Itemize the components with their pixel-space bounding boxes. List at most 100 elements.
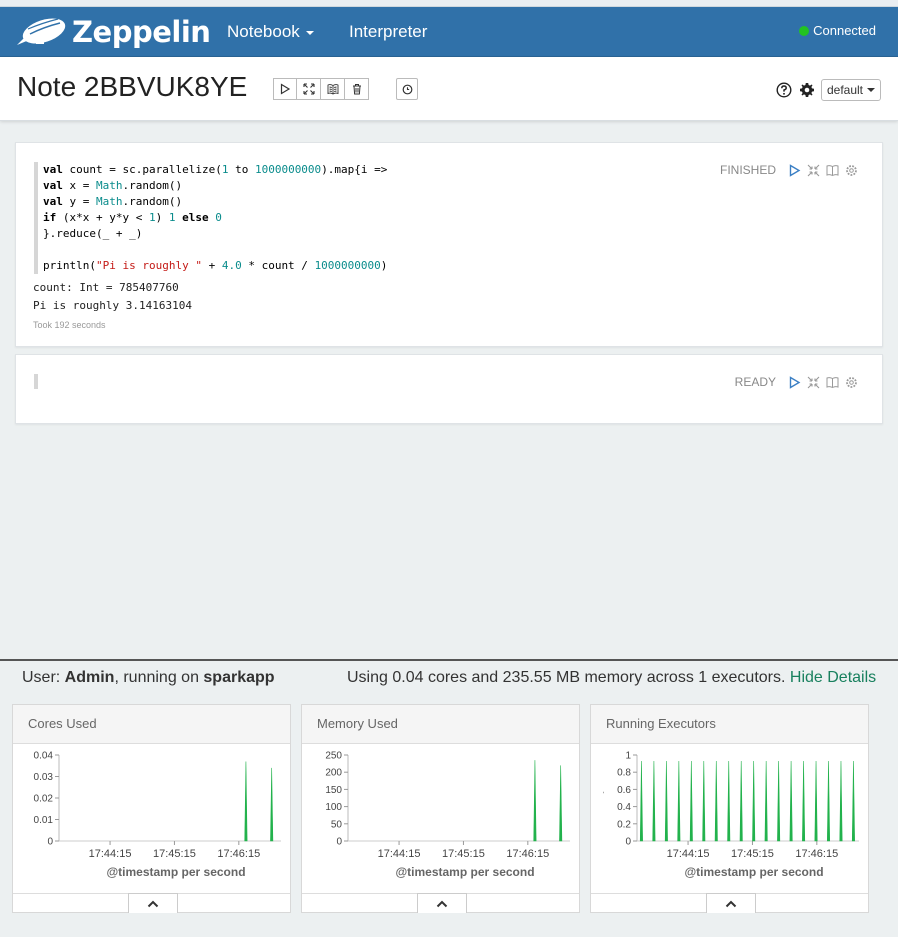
- output-line: Pi is roughly 3.14163104: [33, 299, 192, 312]
- book-icon[interactable]: [826, 376, 839, 389]
- paragraph-2[interactable]: READY: [15, 354, 883, 424]
- user-label: User:: [22, 669, 65, 686]
- y-tick-label: 0.6: [617, 785, 631, 796]
- y-tick-label: 100: [325, 802, 342, 813]
- data-spike: [639, 761, 643, 842]
- data-spike: [652, 761, 656, 842]
- data-spike: [777, 761, 781, 842]
- y-tick-label: 0: [336, 837, 342, 848]
- x-axis-label: @timestamp per second: [684, 865, 823, 879]
- memory-used-chart: 0 50 100 150 200 250 17:44:15 17:45:15 17:46:15 @…: [303, 750, 570, 879]
- notebook-menu[interactable]: Notebook: [227, 22, 314, 42]
- play-icon: [280, 83, 291, 95]
- running-on-label: , running on: [114, 669, 204, 686]
- data-spike: [827, 761, 831, 842]
- connected-dot-icon: [799, 25, 810, 36]
- data-spike: [244, 761, 248, 842]
- note-title[interactable]: Note 2BBVUK8YE: [17, 71, 247, 103]
- usage-text: Using 0.04 cores and 235.55 MB memory ac…: [347, 669, 786, 686]
- collapse-panel-button[interactable]: [706, 893, 756, 913]
- y-tick-label: 0: [625, 837, 631, 848]
- interpreter-link[interactable]: Interpreter: [349, 22, 427, 42]
- notebook-menu-label: Notebook: [227, 22, 300, 41]
- running-executors-panel: Running Executors 0 0.2 0.4 0.6 0.8 1 17:44:15…: [590, 704, 869, 913]
- user-info: User: Admin, running on sparkapp: [22, 669, 275, 687]
- gear-icon[interactable]: [845, 376, 858, 389]
- note-header: Note 2BBVUK8YE default: [0, 57, 898, 121]
- code-editor[interactable]: [34, 374, 38, 389]
- panel-title: Memory Used: [302, 705, 579, 744]
- panel-title: Cores Used: [13, 705, 290, 744]
- output-line: count: Int = 785407760: [33, 281, 179, 294]
- interpreter-binding-dropdown[interactable]: default: [821, 79, 881, 101]
- running-executors-chart: 0 0.2 0.4 0.6 0.8 1 17:44:15 17:45:15 17:46:15 @t…: [603, 751, 859, 879]
- gear-icon[interactable]: [845, 164, 858, 177]
- run-all-button[interactable]: [273, 78, 297, 100]
- caret-down-icon: [305, 30, 314, 35]
- y-tick-label: 0.02: [34, 794, 54, 805]
- data-spike: [559, 765, 563, 842]
- data-spike: [533, 760, 537, 842]
- paragraph-controls: READY: [735, 375, 858, 389]
- x-tick-label: 17:46:15: [217, 848, 260, 860]
- collapse-panel-button[interactable]: [417, 893, 467, 913]
- x-tick-label: 17:45:15: [153, 848, 196, 860]
- y-axis-label: um of RrusageMei: [303, 750, 315, 845]
- question-icon[interactable]: [776, 82, 792, 98]
- y-tick-label: 0.01: [34, 815, 54, 826]
- x-axis-label: @timestamp per second: [395, 865, 534, 879]
- app-name: sparkapp: [203, 669, 275, 686]
- x-tick-label: 17:44:15: [378, 848, 421, 860]
- paragraph-status: READY: [734, 375, 776, 389]
- y-tick-label: 50: [331, 819, 343, 830]
- data-spike: [851, 761, 855, 842]
- cores-used-chart: 0 0.01 0.02 0.03 0.04 17:44:15 17:45:15 17:46:1…: [14, 749, 281, 879]
- brand[interactable]: Zeppelin: [14, 13, 211, 51]
- collapse-icon[interactable]: [807, 164, 820, 177]
- data-spike: [727, 761, 731, 842]
- collapse-panel-button[interactable]: [128, 893, 178, 913]
- y-tick-label: 0.8: [617, 768, 631, 779]
- navbar: Zeppelin Notebook Interpreter Connected: [0, 7, 898, 57]
- play-icon[interactable]: [788, 375, 801, 389]
- delete-note-button[interactable]: [345, 78, 369, 100]
- resource-panel: User: Admin, running on sparkapp Using 0…: [0, 661, 898, 937]
- book-icon[interactable]: [826, 164, 839, 177]
- y-axis-label: um of RrusageCor: [14, 749, 26, 846]
- connection-status: Connected: [799, 23, 876, 38]
- window-top-strip: [0, 0, 898, 7]
- data-spike: [702, 761, 706, 842]
- gear-icon[interactable]: [799, 82, 815, 98]
- data-spike: [689, 761, 693, 842]
- cores-used-panel: Cores Used 0 0.01 0.02 0.03 0.04 17:44:15 17:4…: [12, 704, 291, 913]
- y-tick-label: 0: [47, 837, 53, 848]
- brand-name: Zeppelin: [72, 15, 211, 49]
- collapse-icon[interactable]: [807, 376, 820, 389]
- toggle-code-button[interactable]: [297, 78, 321, 100]
- y-tick-label: 200: [325, 768, 342, 779]
- data-spike: [714, 761, 718, 842]
- data-spike: [739, 761, 743, 842]
- schedule-button[interactable]: [396, 78, 418, 100]
- data-spike: [752, 761, 756, 842]
- y-tick-label: 250: [325, 751, 342, 762]
- y-tick-label: 1: [625, 751, 631, 762]
- interpreter-binding-label: default: [826, 83, 864, 97]
- data-spike: [270, 767, 274, 842]
- clock-icon: [402, 84, 412, 94]
- play-icon[interactable]: [788, 163, 801, 177]
- paragraph-1[interactable]: val count = sc.parallelize(1 to 10000000…: [15, 142, 883, 347]
- toggle-output-button[interactable]: [321, 78, 345, 100]
- hide-details-link[interactable]: Hide Details: [790, 669, 876, 686]
- y-tick-label: 0.4: [617, 802, 631, 813]
- data-spike: [839, 761, 843, 842]
- x-tick-label: 17:46:15: [506, 848, 549, 860]
- y-tick-label: 0.2: [617, 819, 631, 830]
- y-tick-label: 150: [325, 785, 342, 796]
- trash-icon: [352, 84, 361, 95]
- x-tick-label: 17:45:15: [731, 848, 774, 860]
- code-editor[interactable]: val count = sc.parallelize(1 to 10000000…: [34, 162, 387, 274]
- zeppelin-logo-icon: [17, 18, 66, 45]
- data-spike: [789, 761, 793, 842]
- connection-label: Connected: [813, 23, 876, 38]
